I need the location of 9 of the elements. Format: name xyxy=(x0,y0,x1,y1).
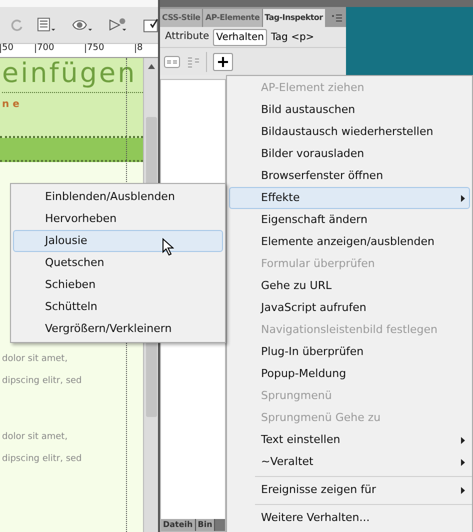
paragraph-text: dipscing elitr, sed xyxy=(2,453,83,466)
paragraph-text: dolor sit amet, xyxy=(2,353,69,366)
paragraph-text: dipscing elitr, sed xyxy=(2,375,83,388)
page-heading: einfügen xyxy=(2,58,138,90)
tag-label: Tag <p> xyxy=(270,30,314,44)
paragraph-text: dolor sit amet, xyxy=(2,431,69,444)
ruler-label: 50 xyxy=(0,44,35,53)
ruler-label: 700 xyxy=(35,44,85,53)
ruler-label: 750 xyxy=(85,44,135,53)
